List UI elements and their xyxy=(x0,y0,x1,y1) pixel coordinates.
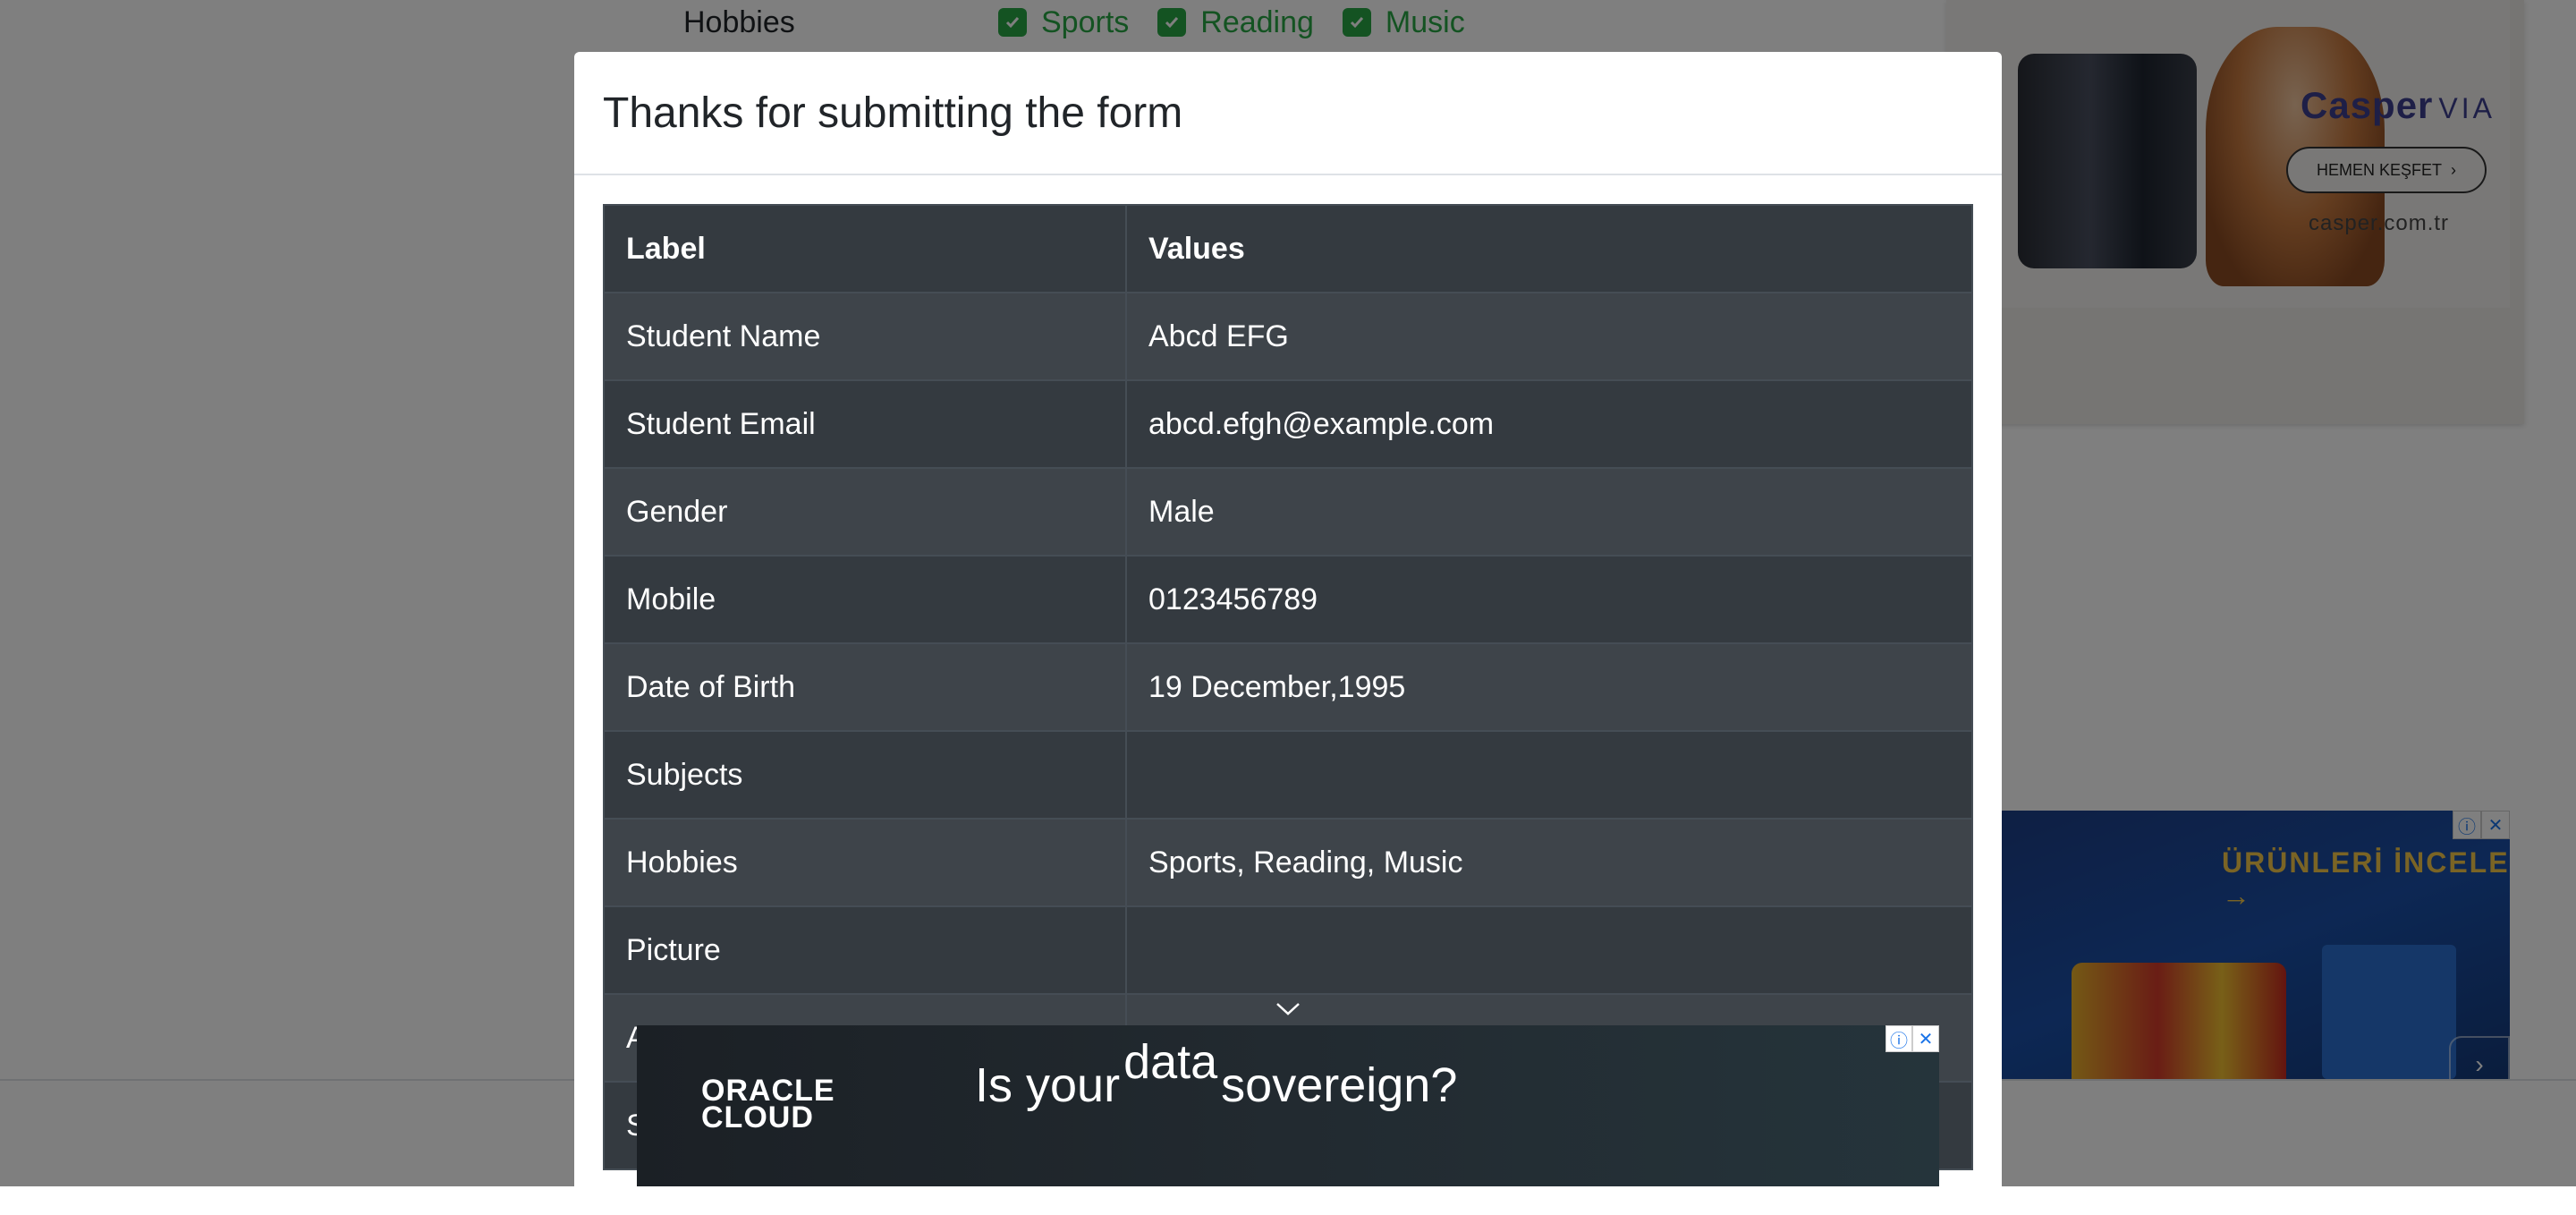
row-label: Picture xyxy=(603,905,1127,995)
ad-choices: ⓘ ✕ xyxy=(1885,1025,1939,1052)
table-header-row: Label Values xyxy=(603,204,1973,293)
table-row: Date of Birth 19 December,1995 xyxy=(603,642,1973,732)
row-value: Sports, Reading, Music xyxy=(1125,818,1973,907)
chevron-down-icon[interactable] xyxy=(1274,995,1302,1024)
modal-header: Thanks for submitting the form xyxy=(574,52,2002,175)
row-label: Mobile xyxy=(603,555,1127,644)
table-row: Student Name Abcd EFG xyxy=(603,292,1973,381)
oracle-cloud-logo: ORACLE CLOUD xyxy=(701,1075,835,1134)
row-value: abcd.efgh@example.com xyxy=(1125,379,1973,469)
table-row: Gender Male xyxy=(603,467,1973,557)
info-icon[interactable]: ⓘ xyxy=(1885,1025,1912,1052)
oracle-ad-headline: Is yourdatasovereign? xyxy=(975,1035,1458,1113)
row-value: 19 December,1995 xyxy=(1125,642,1973,732)
row-label: Hobbies xyxy=(603,818,1127,907)
row-value xyxy=(1125,905,1973,995)
table-row: Student Email abcd.efgh@example.com xyxy=(603,379,1973,469)
row-label: Gender xyxy=(603,467,1127,557)
modal-title: Thanks for submitting the form xyxy=(603,89,1183,137)
row-value: Male xyxy=(1125,467,1973,557)
row-label: Date of Birth xyxy=(603,642,1127,732)
table-row: Picture xyxy=(603,905,1973,995)
header-values: Values xyxy=(1125,204,1973,293)
close-icon[interactable]: ✕ xyxy=(1912,1025,1939,1052)
row-value xyxy=(1125,730,1973,820)
table-row: Subjects xyxy=(603,730,1973,820)
headline-post: sovereign? xyxy=(1221,1058,1458,1112)
row-label: Student Email xyxy=(603,379,1127,469)
table-row: Hobbies Sports, Reading, Music xyxy=(603,818,1973,907)
oracle-cloud-ad[interactable]: ORACLE CLOUD Is yourdatasovereign? ⓘ ✕ xyxy=(637,1025,1939,1186)
row-label: Subjects xyxy=(603,730,1127,820)
row-value: Abcd EFG xyxy=(1125,292,1973,381)
oracle-logo-line2: CLOUD xyxy=(701,1100,814,1134)
headline-pre: Is your xyxy=(975,1058,1121,1112)
row-value: 0123456789 xyxy=(1125,555,1973,644)
table-row: Mobile 0123456789 xyxy=(603,555,1973,644)
row-label: Student Name xyxy=(603,292,1127,381)
headline-sup: data xyxy=(1123,1035,1218,1089)
header-label: Label xyxy=(603,204,1127,293)
